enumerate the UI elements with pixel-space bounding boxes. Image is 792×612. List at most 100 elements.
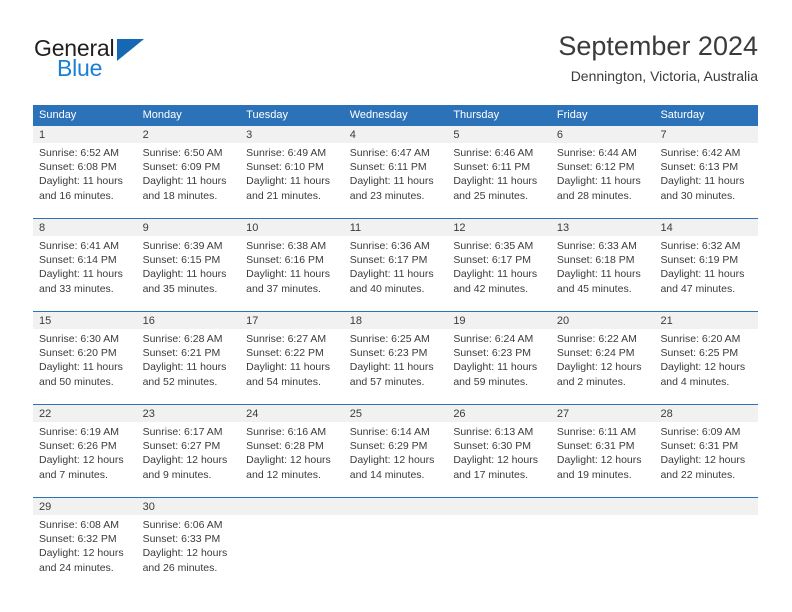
week-row: 22 Sunrise: 6:19 AM Sunset: 6:26 PM Dayligh…: [33, 404, 759, 482]
day-cell[interactable]: 22 Sunrise: 6:19 AM Sunset: 6:26 PM Dayligh…: [33, 405, 137, 482]
day-details: Sunrise: 6:32 AM Sunset: 6:19 PM Daylight:…: [654, 236, 758, 296]
day-details: [447, 515, 551, 575]
daylight-duration-line2: and 59 minutes.: [453, 375, 529, 388]
sunset-time: Sunset: 6:23 PM: [349, 347, 428, 360]
general-blue-logo[interactable]: General Blue: [34, 36, 214, 86]
day-cell[interactable]: 27 Sunrise: 6:11 AM Sunset: 6:31 PM Dayligh…: [550, 405, 655, 482]
daylight-duration-line2: and 17 minutes.: [453, 468, 529, 481]
day-cell[interactable]: 7 Sunrise: 6:42 AM Sunset: 6:13 PM Daylight…: [654, 126, 759, 203]
daylight-duration-line1: Daylight: 11 hours: [660, 268, 745, 281]
daylight-duration-line1: Daylight: 11 hours: [39, 268, 123, 281]
day-cell[interactable]: 21 Sunrise: 6:20 AM Sunset: 6:25 PM Dayligh…: [654, 312, 759, 389]
daylight-duration-line2: and 52 minutes.: [142, 375, 218, 388]
weekday-header-friday: Friday: [556, 109, 588, 121]
daylight-duration-line1: Daylight: 12 hours: [556, 361, 642, 374]
day-cell[interactable]: 14 Sunrise: 6:32 AM Sunset: 6:19 PM Dayligh…: [654, 219, 759, 296]
day-cell[interactable]: 16 Sunrise: 6:28 AM Sunset: 6:21 PM Dayligh…: [136, 312, 241, 389]
day-cell[interactable]: 2 Sunrise: 6:50 AM Sunset: 6:09 PM Daylight…: [136, 126, 241, 203]
calendar-weeks: 1 Sunrise: 6:52 AM Sunset: 6:08 PM Daylight…: [33, 126, 759, 575]
day-cell[interactable]: 23 Sunrise: 6:17 AM Sunset: 6:27 PM Dayligh…: [136, 405, 241, 482]
day-cell[interactable]: 25 Sunrise: 6:14 AM Sunset: 6:29 PM Dayligh…: [343, 405, 448, 482]
day-cell[interactable]: 1 Sunrise: 6:52 AM Sunset: 6:08 PM Daylight…: [33, 126, 137, 203]
day-cell[interactable]: 28 Sunrise: 6:09 AM Sunset: 6:31 PM Dayligh…: [654, 405, 759, 482]
sunset-time: Sunset: 6:23 PM: [453, 347, 531, 360]
sunrise-time: Sunrise: 6:38 AM: [246, 240, 327, 252]
day-cell[interactable]: 10 Sunrise: 6:38 AM Sunset: 6:16 PM Dayligh…: [240, 219, 344, 296]
day-number: [343, 498, 448, 515]
day-cell[interactable]: 12 Sunrise: 6:35 AM Sunset: 6:17 PM Dayligh…: [447, 219, 551, 296]
sunset-time: Sunset: 6:30 PM: [453, 440, 531, 453]
day-number: 26: [447, 405, 551, 422]
daylight-duration-line1: Daylight: 12 hours: [660, 361, 746, 374]
sunrise-time: Sunrise: 6:11 AM: [556, 426, 637, 438]
sunrise-time: Sunrise: 6:13 AM: [453, 426, 534, 438]
day-number: [240, 498, 344, 515]
day-details: Sunrise: 6:17 AM Sunset: 6:27 PM Daylight:…: [137, 422, 241, 482]
day-cell[interactable]: 3 Sunrise: 6:49 AM Sunset: 6:10 PM Daylight…: [240, 126, 344, 203]
day-number: 19: [447, 312, 551, 329]
day-cell[interactable]: 11 Sunrise: 6:36 AM Sunset: 6:17 PM Dayligh…: [343, 219, 448, 296]
daylight-duration-line1: Daylight: 11 hours: [660, 175, 745, 188]
sunset-time: Sunset: 6:18 PM: [556, 254, 635, 267]
sunrise-time: Sunrise: 6:09 AM: [660, 426, 741, 438]
day-cell[interactable]: 4 Sunrise: 6:47 AM Sunset: 6:11 PM Daylight…: [343, 126, 448, 203]
daylight-duration-line2: and 30 minutes.: [660, 189, 736, 202]
day-number: 13: [550, 219, 655, 236]
sunset-time: Sunset: 6:31 PM: [556, 440, 635, 453]
day-details: Sunrise: 6:16 AM Sunset: 6:28 PM Daylight:…: [240, 422, 344, 482]
sunrise-time: Sunrise: 6:24 AM: [453, 333, 534, 345]
day-cell[interactable]: 26 Sunrise: 6:13 AM Sunset: 6:30 PM Dayligh…: [447, 405, 551, 482]
sunrise-time: Sunrise: 6:25 AM: [349, 333, 430, 345]
day-cell[interactable]: 18 Sunrise: 6:25 AM Sunset: 6:23 PM Dayligh…: [343, 312, 448, 389]
day-details: Sunrise: 6:50 AM Sunset: 6:09 PM Daylight:…: [137, 143, 241, 203]
daylight-duration-line1: Daylight: 11 hours: [39, 175, 123, 188]
daylight-duration-line1: Daylight: 11 hours: [246, 175, 331, 188]
week-row-spacer: [33, 203, 758, 218]
day-details: Sunrise: 6:30 AM Sunset: 6:20 PM Daylight:…: [33, 329, 137, 389]
page-header: General Blue September 2024 Dennington, …: [0, 0, 792, 100]
day-cell[interactable]: 19 Sunrise: 6:24 AM Sunset: 6:23 PM Dayligh…: [447, 312, 551, 389]
day-details: Sunrise: 6:47 AM Sunset: 6:11 PM Daylight:…: [344, 143, 448, 203]
daylight-duration-line1: Daylight: 11 hours: [453, 268, 538, 281]
week-row: 8 Sunrise: 6:41 AM Sunset: 6:14 PM Daylight…: [33, 218, 759, 296]
logo-triangle-icon: [117, 39, 144, 61]
daylight-duration-line1: Daylight: 11 hours: [246, 361, 331, 374]
sunset-time: Sunset: 6:11 PM: [453, 161, 531, 174]
day-cell[interactable]: 15 Sunrise: 6:30 AM Sunset: 6:20 PM Dayligh…: [33, 312, 137, 389]
day-cell[interactable]: 29 Sunrise: 6:08 AM Sunset: 6:32 PM Dayligh…: [33, 498, 137, 575]
daylight-duration-line1: Daylight: 11 hours: [39, 361, 123, 374]
day-cell[interactable]: 17 Sunrise: 6:27 AM Sunset: 6:22 PM Dayligh…: [240, 312, 344, 389]
daylight-duration-line2: and 40 minutes.: [349, 282, 425, 295]
day-cell[interactable]: 30 Sunrise: 6:06 AM Sunset: 6:33 PM Dayligh…: [136, 498, 241, 575]
daylight-duration-line2: and 18 minutes.: [142, 189, 218, 202]
day-cell[interactable]: 6 Sunrise: 6:44 AM Sunset: 6:12 PM Daylight…: [550, 126, 655, 203]
daylight-duration-line2: and 2 minutes.: [556, 375, 626, 388]
daylight-duration-line2: and 35 minutes.: [142, 282, 218, 295]
sunrise-time: Sunrise: 6:28 AM: [142, 333, 223, 345]
day-details: Sunrise: 6:19 AM Sunset: 6:26 PM Daylight:…: [33, 422, 137, 482]
daylight-duration-line2: and 19 minutes.: [556, 468, 632, 481]
daylight-duration-line2: and 45 minutes.: [556, 282, 632, 295]
day-details: Sunrise: 6:08 AM Sunset: 6:32 PM Daylight:…: [33, 515, 137, 575]
day-cell[interactable]: 24 Sunrise: 6:16 AM Sunset: 6:28 PM Dayligh…: [240, 405, 344, 482]
day-details: Sunrise: 6:35 AM Sunset: 6:17 PM Daylight:…: [447, 236, 551, 296]
sunset-time: Sunset: 6:31 PM: [660, 440, 739, 453]
day-cell[interactable]: 9 Sunrise: 6:39 AM Sunset: 6:15 PM Daylight…: [136, 219, 241, 296]
week-row: 1 Sunrise: 6:52 AM Sunset: 6:08 PM Daylight…: [33, 126, 759, 203]
day-details: Sunrise: 6:20 AM Sunset: 6:25 PM Daylight:…: [654, 329, 758, 389]
day-cell[interactable]: 13 Sunrise: 6:33 AM Sunset: 6:18 PM Dayligh…: [550, 219, 655, 296]
day-cell[interactable]: 20 Sunrise: 6:22 AM Sunset: 6:24 PM Dayligh…: [550, 312, 655, 389]
daylight-duration-line1: Daylight: 12 hours: [142, 547, 228, 560]
sunset-time: Sunset: 6:33 PM: [142, 533, 221, 546]
day-details: Sunrise: 6:33 AM Sunset: 6:18 PM Daylight:…: [551, 236, 655, 296]
day-cell[interactable]: 8 Sunrise: 6:41 AM Sunset: 6:14 PM Daylight…: [33, 219, 137, 296]
daylight-duration-line2: and 22 minutes.: [660, 468, 736, 481]
day-details: Sunrise: 6:52 AM Sunset: 6:08 PM Daylight:…: [33, 143, 137, 203]
sunset-time: Sunset: 6:13 PM: [660, 161, 739, 174]
daylight-duration-line1: Daylight: 12 hours: [142, 454, 228, 467]
day-details: Sunrise: 6:22 AM Sunset: 6:24 PM Daylight:…: [551, 329, 655, 389]
sunset-time: Sunset: 6:29 PM: [349, 440, 428, 453]
day-cell[interactable]: 5 Sunrise: 6:46 AM Sunset: 6:11 PM Daylight…: [447, 126, 551, 203]
daylight-duration-line1: Daylight: 12 hours: [349, 454, 435, 467]
sunrise-time: Sunrise: 6:42 AM: [660, 147, 741, 159]
